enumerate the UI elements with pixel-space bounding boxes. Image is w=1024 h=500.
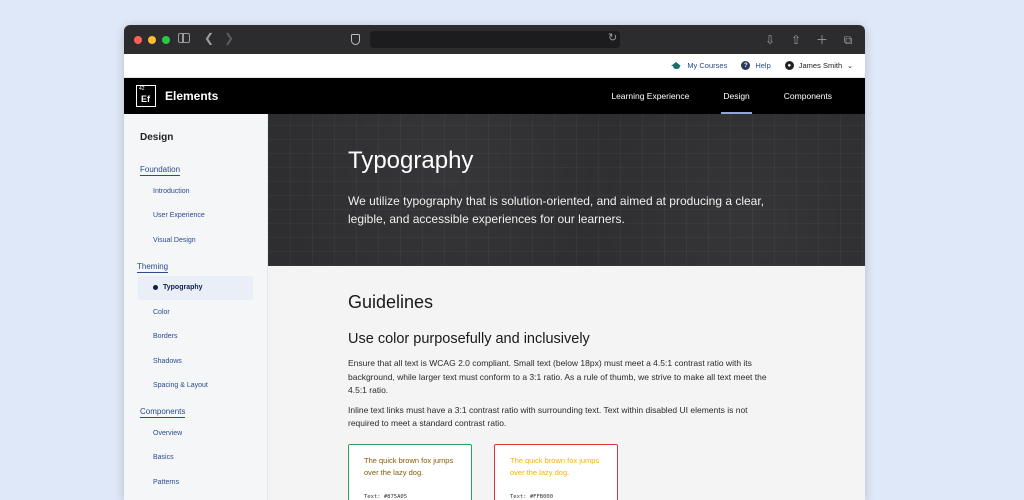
hero-description: We utilize typography that is solution-o… bbox=[348, 194, 765, 226]
sample-code: Text: #875A05 bbox=[364, 493, 408, 500]
tab-overview-icon[interactable]: ⧉ bbox=[841, 31, 855, 48]
reload-icon[interactable]: ↻ bbox=[608, 33, 617, 44]
sidebar-item-basics[interactable]: Basics bbox=[124, 446, 267, 471]
sidebar-section-theming[interactable]: Theming bbox=[137, 262, 169, 273]
guidelines-heading: Guidelines bbox=[348, 292, 434, 312]
nav-design[interactable]: Design bbox=[721, 78, 753, 114]
chevron-down-icon: ⌄ bbox=[847, 62, 853, 70]
sidebar-item-visual-design[interactable]: Visual Design bbox=[124, 228, 267, 253]
back-icon[interactable]: ❮ bbox=[204, 32, 214, 44]
user-name: James Smith bbox=[798, 61, 843, 70]
help-link[interactable]: ? Help bbox=[741, 61, 771, 70]
site-navigation: 42 Ef Elements Learning Experience Desig… bbox=[124, 78, 865, 114]
logo-symbol: Ef bbox=[141, 94, 150, 104]
address-bar[interactable] bbox=[370, 31, 620, 48]
sidebar-item-borders[interactable]: Borders bbox=[124, 325, 267, 350]
sample-code: Text: #FFB000 bbox=[510, 493, 554, 500]
user-menu[interactable]: ● James Smith ⌄ bbox=[784, 61, 853, 70]
elements-logo[interactable]: 42 Ef bbox=[136, 85, 156, 107]
nav-components[interactable]: Components bbox=[784, 78, 832, 114]
sidebar-item-spacing-layout[interactable]: Spacing & Layout bbox=[124, 374, 267, 399]
color-subheading: Use color purposefully and inclusively bbox=[348, 331, 590, 347]
contrast-sample-pass: The quick brown fox jumps over the lazy … bbox=[348, 443, 472, 500]
browser-window: ❮ ❯ ↻ ⇩ ⇧ ＋ ⧉ My Courses ? Help ● James … bbox=[124, 25, 865, 500]
new-tab-icon[interactable]: ＋ bbox=[815, 31, 829, 48]
wcag-paragraph: Ensure that all text is WCAG 2.0 complia… bbox=[348, 358, 767, 395]
browser-toolbar: ❮ ❯ ↻ ⇩ ⇧ ＋ ⧉ bbox=[124, 25, 865, 54]
sidebar-title: Design bbox=[140, 132, 174, 143]
contrast-sample-fail: The quick brown fox jumps over the lazy … bbox=[494, 443, 618, 500]
my-courses-link[interactable]: My Courses bbox=[671, 61, 727, 70]
share-icon[interactable]: ⇧ bbox=[789, 31, 803, 48]
user-icon: ● bbox=[784, 61, 794, 70]
sidebar-section-foundation[interactable]: Foundation bbox=[140, 165, 181, 176]
sidebar-item-typography[interactable]: Typography bbox=[138, 275, 253, 300]
page-title: Typography bbox=[348, 147, 474, 174]
close-window-button[interactable] bbox=[134, 35, 142, 44]
zoom-window-button[interactable] bbox=[162, 35, 170, 44]
nav-learning-experience[interactable]: Learning Experience bbox=[611, 78, 689, 114]
my-courses-label: My Courses bbox=[687, 61, 728, 70]
sidebar-section-components[interactable]: Components bbox=[140, 407, 186, 418]
sidebar-item-shadows[interactable]: Shadows bbox=[124, 349, 267, 374]
sidebar-item-overview[interactable]: Overview bbox=[124, 421, 267, 446]
hero-banner: Typography We utilize typography that is… bbox=[268, 114, 865, 266]
sidebar-toggle-icon[interactable] bbox=[178, 33, 190, 43]
main-content: Typography We utilize typography that is… bbox=[268, 114, 865, 500]
download-icon[interactable]: ⇩ bbox=[763, 31, 777, 48]
sample-text: The quick brown fox jumps over the lazy … bbox=[510, 455, 600, 477]
sidebar-item-user-experience[interactable]: User Experience bbox=[124, 204, 267, 229]
window-controls bbox=[134, 35, 170, 44]
sidebar-item-introduction[interactable]: Introduction bbox=[124, 179, 267, 204]
sidebar: Design Foundation Introduction User Expe… bbox=[124, 114, 268, 500]
help-icon: ? bbox=[741, 61, 751, 70]
utility-bar: My Courses ? Help ● James Smith ⌄ bbox=[124, 54, 865, 78]
minimize-window-button[interactable] bbox=[148, 35, 156, 44]
privacy-shield-icon[interactable] bbox=[351, 34, 360, 45]
sample-text: The quick brown fox jumps over the lazy … bbox=[364, 455, 454, 477]
sidebar-item-patterns[interactable]: Patterns bbox=[124, 470, 267, 495]
graduation-cap-icon bbox=[671, 61, 682, 70]
forward-icon[interactable]: ❯ bbox=[224, 32, 234, 44]
help-label: Help bbox=[755, 61, 771, 70]
logo-number: 42 bbox=[139, 86, 145, 92]
sidebar-item-color[interactable]: Color bbox=[124, 300, 267, 325]
links-paragraph: Inline text links must have a 3:1 contra… bbox=[348, 404, 748, 429]
brand-name[interactable]: Elements bbox=[165, 89, 218, 103]
contrast-samples: The quick brown fox jumps over the lazy … bbox=[348, 443, 865, 500]
